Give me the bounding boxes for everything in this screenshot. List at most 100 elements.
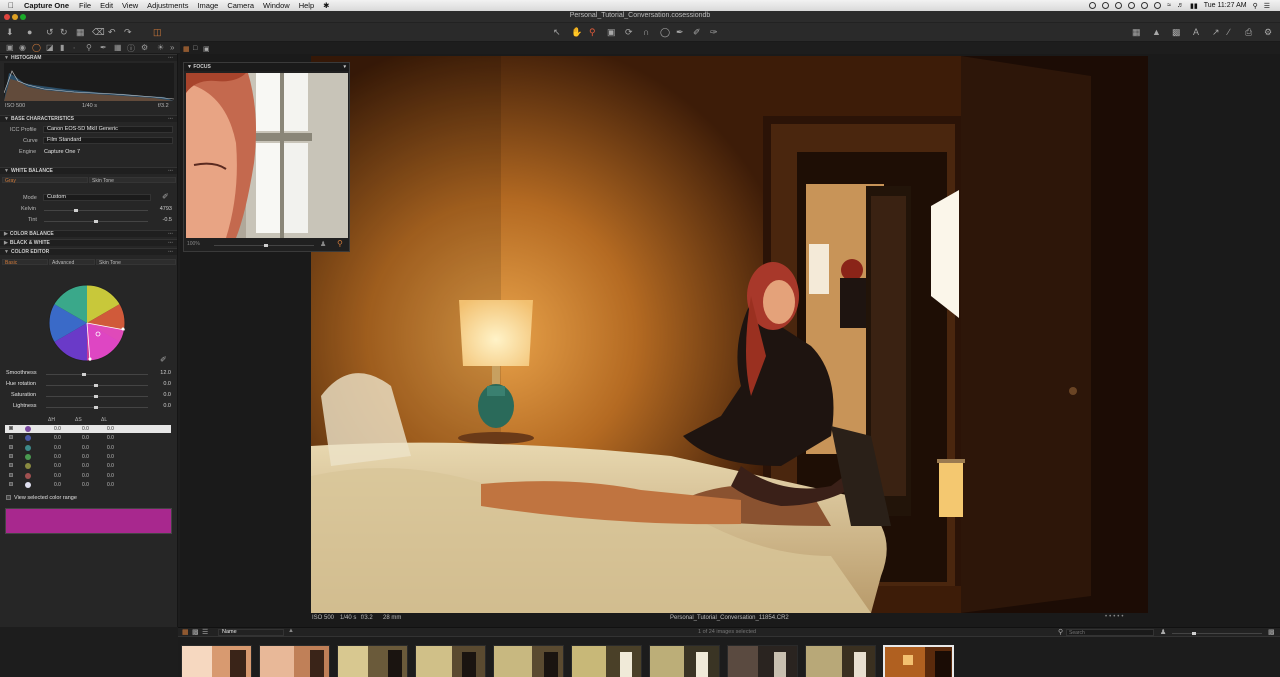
status-icon[interactable]	[1141, 2, 1149, 9]
menu-help[interactable]: Help	[299, 1, 314, 10]
tab-skin-tone[interactable]: Skin Tone	[96, 259, 176, 266]
status-icon[interactable]	[1115, 2, 1123, 9]
settings-icon[interactable]: ⚙	[1264, 27, 1272, 38]
clock[interactable]: Tue 11:27 AM	[1204, 2, 1247, 9]
slider-thumb[interactable]	[94, 384, 98, 387]
thumbnail[interactable]	[649, 645, 720, 677]
focus-zoom-slider[interactable]	[214, 244, 314, 247]
kelvin-slider[interactable]	[44, 209, 148, 212]
person-icon[interactable]: ♟	[1160, 628, 1166, 636]
process-icon[interactable]: ◫	[153, 27, 162, 38]
menu-image[interactable]: Image	[197, 1, 218, 10]
zoom-tool-icon[interactable]: ⚲	[589, 27, 596, 38]
status-icon[interactable]	[1102, 2, 1110, 9]
curve-dropdown[interactable]: Film Standard	[43, 137, 173, 144]
focus-person-icon[interactable]: ♟	[320, 240, 326, 248]
thumbnail[interactable]	[415, 645, 486, 677]
color-correction-row[interactable]: 0.0 0.0 0.0	[5, 434, 171, 442]
thumbnail[interactable]	[727, 645, 798, 677]
menu-edit[interactable]: Edit	[100, 1, 113, 10]
focus-header[interactable]: ▼ FOCUS ▾	[184, 63, 349, 71]
focus-preview[interactable]	[186, 73, 348, 238]
local-adjustments-tab-icon[interactable]: ✒	[100, 43, 107, 52]
thumbnail[interactable]	[259, 645, 330, 677]
picker-tool-icon[interactable]: ✐	[693, 27, 701, 38]
output-tab-icon[interactable]: ⚙	[141, 43, 148, 52]
exposure-tab-icon[interactable]: ◪	[46, 43, 54, 52]
single-view-icon[interactable]: □	[193, 45, 197, 52]
rotate-left-icon[interactable]: ↺	[46, 27, 54, 38]
script-menu-icon[interactable]: ✱	[323, 1, 329, 10]
library-tab-icon[interactable]: ▣	[6, 43, 14, 52]
import-icon[interactable]: ⬇	[6, 27, 14, 38]
compare-view-icon[interactable]: ▣	[203, 45, 210, 53]
sort-dropdown[interactable]: Name	[218, 629, 284, 636]
thumbnail[interactable]	[493, 645, 564, 677]
undo-icon[interactable]: ↶	[108, 27, 116, 38]
brush-tool-icon[interactable]: ✒	[676, 27, 684, 38]
thumbnail[interactable]	[181, 645, 252, 677]
menu-window[interactable]: Window	[263, 1, 290, 10]
menu-adjustments[interactable]: Adjustments	[147, 1, 188, 10]
slider-thumb[interactable]	[1192, 632, 1196, 635]
color-editor-header[interactable]: ▼ COLOR EDITOR ⋯	[0, 248, 177, 255]
white-balance-header[interactable]: ▼ WHITE BALANCE ⋯	[0, 167, 177, 174]
thumbnail-view-icon[interactable]: ▦	[182, 628, 189, 636]
status-icon[interactable]	[1089, 2, 1097, 9]
row-enable-checkbox[interactable]	[9, 481, 13, 486]
slider-thumb[interactable]	[94, 395, 98, 398]
menu-camera[interactable]: Camera	[227, 1, 254, 10]
volume-icon[interactable]: ♬	[1177, 2, 1184, 9]
move-icon[interactable]: ▦	[76, 27, 85, 38]
row-enable-checkbox[interactable]	[9, 435, 13, 440]
printer-icon[interactable]: ⎙	[1245, 27, 1252, 38]
search-input[interactable]	[1066, 629, 1154, 636]
row-enable-checkbox[interactable]	[9, 472, 13, 477]
battery-icon[interactable]: ▮▮	[1190, 2, 1198, 10]
kelvin-value[interactable]: 4793	[152, 206, 172, 212]
color-balance-header[interactable]: ▶ COLOR BALANCE ⋯	[0, 230, 177, 237]
section-controls-icon[interactable]: ⋯	[168, 55, 174, 61]
apple-menu-icon[interactable]: 	[8, 1, 14, 10]
mode-dropdown[interactable]: Custom	[43, 194, 151, 201]
section-controls-icon[interactable]: ⋯	[168, 168, 174, 174]
more-tabs-icon[interactable]: »	[170, 43, 174, 52]
keystone-tool-icon[interactable]: ∩	[643, 27, 649, 37]
tab-gray[interactable]: Gray	[2, 177, 88, 184]
rotate-right-icon[interactable]: ↻	[60, 27, 68, 38]
color-wheel[interactable]	[46, 282, 128, 364]
row-enable-checkbox[interactable]	[9, 444, 13, 449]
cursor-icon[interactable]: ↗	[1212, 27, 1220, 38]
hue-rotation-slider[interactable]	[46, 384, 148, 387]
grid-view-icon[interactable]: ▩	[192, 628, 199, 636]
print-icon[interactable]: ▩	[1172, 27, 1181, 38]
menu-file[interactable]: File	[79, 1, 91, 10]
main-photo[interactable]	[311, 56, 1148, 613]
tab-basic[interactable]: Basic	[2, 259, 48, 266]
thumbnail-size-icon[interactable]: ▩	[1268, 628, 1275, 636]
status-icon[interactable]	[1154, 2, 1162, 9]
trash-icon[interactable]: ⌫	[92, 27, 105, 38]
batch-tab-icon[interactable]: ☀	[157, 43, 164, 52]
section-controls-icon[interactable]: ⋯	[168, 116, 174, 122]
menu-view[interactable]: View	[122, 1, 138, 10]
lens-tab-icon[interactable]: ▮	[60, 43, 64, 52]
spot-removal-icon[interactable]: ◯	[660, 27, 670, 38]
rating-dots-icon[interactable]: •••••	[1105, 614, 1126, 620]
thumbnail[interactable]	[805, 645, 876, 677]
redo-icon[interactable]: ↷	[124, 27, 132, 38]
adjustments-tab-icon[interactable]: ▦	[114, 43, 122, 52]
focus-menu-icon[interactable]: ▾	[343, 63, 346, 71]
slider-thumb[interactable]	[74, 209, 78, 212]
slider-thumb[interactable]	[264, 244, 268, 247]
color-tab-icon[interactable]: ◯	[32, 43, 41, 52]
smoothness-value[interactable]: 12.0	[151, 370, 171, 376]
focus-zoom-icon[interactable]: ⚲	[337, 239, 343, 248]
view-range-checkbox[interactable]	[6, 495, 11, 500]
color-correction-row-selected[interactable]: 0.0 0.0 0.0	[5, 425, 171, 433]
metadata-tab-icon[interactable]: ⓘ	[127, 43, 135, 54]
text-icon[interactable]: A	[1193, 27, 1199, 37]
tint-slider[interactable]	[44, 220, 148, 223]
cursor-tool-icon[interactable]: ↖	[553, 27, 561, 38]
histogram-header[interactable]: ▼ HISTOGRAM ⋯	[0, 54, 177, 61]
